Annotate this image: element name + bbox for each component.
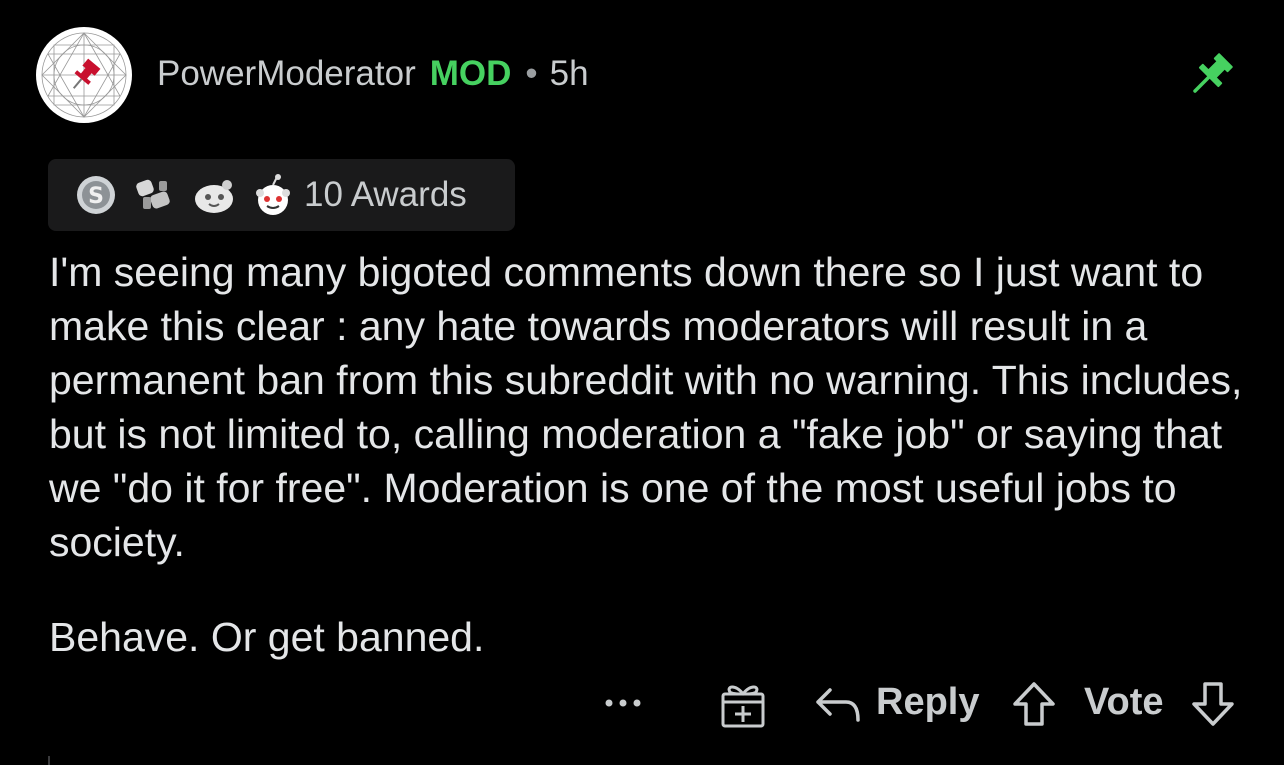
downvote-arrow-icon[interactable] [1190,680,1236,728]
comment-paragraph: I'm seeing many bigoted comments down th… [49,249,1243,565]
reply-button[interactable]: Reply [876,681,979,724]
fist-bump-award-icon [136,179,170,209]
comment-body: I'm seeing many bigoted comments down th… [49,245,1264,664]
snoo-award-icon [256,174,290,215]
avatar-pattern-icon [41,32,127,118]
mod-badge: MOD [429,54,512,93]
thread-line[interactable] [48,756,50,765]
reply-arrow-icon[interactable] [814,684,862,726]
vote-count: Vote [1084,681,1164,723]
wholesome-award-icon [195,180,233,213]
comment-action-bar: Reply Vote [0,676,1284,732]
comment-paragraph: Behave. Or get banned. [49,614,485,660]
awards-bar[interactable]: S 10 Awards [48,159,515,231]
silver-award-icon: S [77,176,115,214]
user-avatar[interactable] [36,27,132,123]
awards-count: 10 Awards [304,175,467,214]
pushpin-icon [1184,52,1238,100]
separator-dot: • [525,54,538,93]
more-dots-icon[interactable] [602,688,644,718]
gift-award-icon[interactable] [718,680,768,730]
svg-text:S: S [88,184,104,209]
comment-header: PowerModerator MOD • 5h [157,54,589,94]
comment-timestamp: 5h [549,54,589,93]
username-link[interactable]: PowerModerator [157,54,416,94]
upvote-arrow-icon[interactable] [1011,680,1057,728]
